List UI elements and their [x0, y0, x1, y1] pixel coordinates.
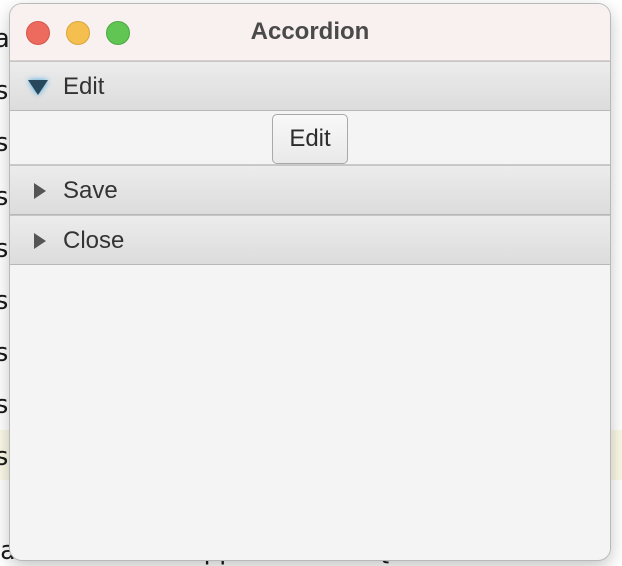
editor-line-fragment: s: [0, 76, 10, 106]
editor-line-fragment: s: [0, 338, 10, 368]
accordion-pane-edit-header[interactable]: Edit: [10, 61, 610, 111]
pane-title-save: Save: [63, 177, 118, 204]
accordion-empty-area: [10, 265, 610, 557]
pane-title-edit: Edit: [63, 73, 105, 100]
accordion-window: Accordion Edit Edit Save Close: [10, 4, 610, 560]
editor-line-fragment: s: [0, 286, 10, 316]
editor-line-fragment: s: [0, 182, 10, 212]
window-title: Accordion: [250, 18, 370, 45]
triangle-right-icon: [34, 183, 46, 199]
accordion-pane-save-header[interactable]: Save: [10, 165, 610, 215]
editor-line-fragment: s: [0, 234, 10, 264]
accordion: Edit Edit Save Close: [10, 61, 610, 557]
accordion-pane-close-header[interactable]: Close: [10, 215, 610, 265]
editor-line-fragment: s: [0, 442, 10, 472]
triangle-right-icon: [34, 233, 46, 249]
editor-line-fragment: a: [0, 24, 10, 54]
pane-title-close: Close: [63, 227, 125, 254]
editor-line-fragment: s: [0, 128, 10, 158]
accordion-pane-edit-content: Edit: [10, 111, 610, 165]
window-titlebar[interactable]: Accordion: [10, 4, 610, 61]
editor-line-fragment: s: [0, 390, 10, 420]
triangle-down-icon: [28, 80, 48, 95]
edit-button[interactable]: Edit: [272, 114, 348, 164]
